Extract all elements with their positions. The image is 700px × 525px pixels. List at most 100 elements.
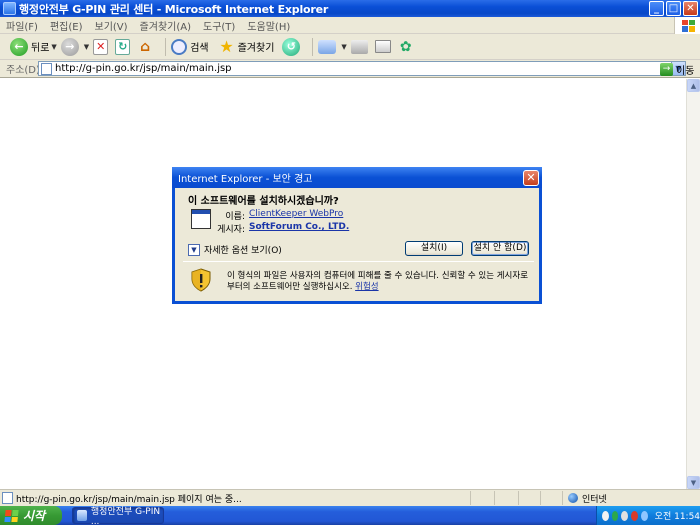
messenger-button[interactable]: ✿ xyxy=(398,36,417,58)
tray-security-icon[interactable] xyxy=(611,510,619,521)
taskbar-ie-window[interactable]: 행정안전부 G-PIN ... xyxy=(72,507,164,525)
menu-view[interactable]: 보기(V) xyxy=(95,18,128,33)
go-arrow-icon: → xyxy=(660,63,673,76)
tray-arrow-icon[interactable] xyxy=(602,510,609,521)
status-cell xyxy=(470,491,471,505)
page-loading-icon xyxy=(2,492,13,504)
search-icon xyxy=(171,38,188,55)
title-bar: 행정안전부 G-PIN 관리 센터 - Microsoft Internet E… xyxy=(0,0,700,17)
publisher-link[interactable]: SoftForum Co., LTD. xyxy=(249,222,349,235)
menu-file[interactable]: 파일(F) xyxy=(6,18,38,33)
back-label: 뒤로 xyxy=(31,43,50,54)
back-dropdown-icon[interactable]: ▼ xyxy=(51,43,56,51)
print-button[interactable] xyxy=(350,36,371,58)
history-icon: ↺ xyxy=(282,37,301,56)
more-options-toggle[interactable]: ▼ 자세한 옵션 보기(O) xyxy=(188,243,282,256)
security-zone: 인터넷 xyxy=(562,491,684,505)
minimize-button[interactable]: _ xyxy=(649,1,664,16)
ie-icon xyxy=(3,2,16,15)
task-item-label: 행정안전부 G-PIN ... xyxy=(90,507,161,525)
name-link[interactable]: ClientKeeper WebPro xyxy=(249,209,343,222)
forward-arrow-icon: → xyxy=(60,37,79,56)
window-title: 행정안전부 G-PIN 관리 센터 - Microsoft Internet E… xyxy=(19,2,329,16)
scroll-up-icon[interactable]: ▲ xyxy=(687,79,700,92)
go-label: 이동 xyxy=(676,66,695,77)
menu-tools[interactable]: 도구(T) xyxy=(203,18,235,33)
stop-button[interactable]: ✕ xyxy=(93,36,111,58)
go-button[interactable]: → 이동 xyxy=(660,62,694,77)
address-input[interactable]: http://g-pin.go.kr/jsp/main/main.jsp ▼ xyxy=(38,61,686,76)
dont-install-button[interactable]: 설치 안 함(D) xyxy=(471,241,529,256)
edit-icon xyxy=(374,40,391,53)
search-button[interactable]: 검색 xyxy=(171,36,209,58)
install-question: 이 소프트웨어를 설치하시겠습니까? xyxy=(188,196,339,207)
menu-edit[interactable]: 편집(E) xyxy=(50,18,83,33)
start-label: 시작 xyxy=(23,509,46,523)
globe-icon xyxy=(568,493,578,503)
stop-icon: ✕ xyxy=(93,38,109,55)
publisher-row: 게시자: SoftForum Co., LTD. xyxy=(185,222,349,235)
printer-icon xyxy=(350,39,368,54)
favorites-label: 즐겨찾기 xyxy=(237,43,275,54)
warning-message: 이 형식의 파일은 사용자의 컴퓨터에 피해를 줄 수 있습니다. 신뢰할 수 … xyxy=(227,271,532,293)
history-button[interactable]: ↺ xyxy=(282,36,303,58)
home-icon: ⌂ xyxy=(140,38,151,55)
address-label: 주소(D) xyxy=(6,65,40,76)
page-icon xyxy=(41,62,52,75)
toolbar-separator xyxy=(165,37,167,56)
start-button[interactable]: 시작 xyxy=(0,506,62,525)
warning-shield-icon xyxy=(191,268,211,292)
chevron-down-icon: ▼ xyxy=(188,243,200,256)
search-label: 검색 xyxy=(190,43,209,54)
messenger-icon: ✿ xyxy=(399,38,412,55)
tray-volume-icon[interactable] xyxy=(640,510,648,521)
install-button[interactable]: 설치(I) xyxy=(405,241,463,256)
maximize-button[interactable]: □ xyxy=(666,1,681,16)
system-tray: 오전 11:54 xyxy=(596,506,700,525)
security-warning-dialog: Internet Explorer - 보안 경고 ✕ 이 소프트웨어를 설치하… xyxy=(172,167,542,304)
mail-dropdown-icon[interactable]: ▼ xyxy=(341,43,346,51)
taskbar: 시작 행정안전부 G-PIN ... 오전 11:54 xyxy=(0,506,700,525)
publisher-label: 게시자: xyxy=(217,225,245,235)
star-icon: ★ xyxy=(219,37,234,56)
tray-alert-icon[interactable] xyxy=(631,510,638,521)
clock[interactable]: 오전 11:54 xyxy=(655,509,700,522)
address-url[interactable]: http://g-pin.go.kr/jsp/main/main.jsp xyxy=(55,63,232,74)
vertical-scrollbar[interactable]: ▲ ▼ xyxy=(686,79,700,489)
zone-label: 인터넷 xyxy=(582,494,607,505)
tray-network-icon[interactable] xyxy=(621,510,629,521)
toolbar: ← 뒤로 ▼ → ▼ ✕ ↻ ⌂ 검색 ★ 즐겨찾기 ↺ ▼ ✿ xyxy=(0,34,700,60)
name-row: 이름: ClientKeeper WebPro xyxy=(185,209,343,222)
name-label: 이름: xyxy=(225,212,245,222)
edit-button[interactable] xyxy=(374,36,394,58)
back-arrow-icon: ← xyxy=(10,37,28,56)
forward-button[interactable]: → ▼ xyxy=(60,36,89,58)
risk-link[interactable]: 위험성 xyxy=(355,282,378,292)
more-options-label: 자세한 옵션 보기(O) xyxy=(204,246,282,256)
forward-dropdown-icon[interactable]: ▼ xyxy=(84,43,89,51)
windows-logo-icon xyxy=(674,17,700,34)
dialog-close-button[interactable]: ✕ xyxy=(523,170,539,186)
menu-favorites[interactable]: 즐겨찾기(A) xyxy=(140,18,191,33)
dialog-title: Internet Explorer - 보안 경고 xyxy=(178,174,313,185)
favorites-button[interactable]: ★ 즐겨찾기 xyxy=(219,36,275,58)
toolbar-separator xyxy=(312,37,314,56)
menu-bar: 파일(F) 편집(E) 보기(V) 즐겨찾기(A) 도구(T) 도움말(H) xyxy=(0,17,700,34)
dialog-title-bar: Internet Explorer - 보안 경고 xyxy=(172,167,542,188)
close-window-button[interactable]: ✕ xyxy=(683,1,698,16)
address-bar: 주소(D) http://g-pin.go.kr/jsp/main/main.j… xyxy=(0,60,700,78)
back-button[interactable]: ← 뒤로 ▼ xyxy=(10,36,57,58)
menu-help[interactable]: 도움말(H) xyxy=(247,18,290,33)
status-cell xyxy=(540,491,541,505)
mail-button[interactable]: ▼ xyxy=(318,36,347,58)
status-cell xyxy=(518,491,519,505)
windows-flag-icon xyxy=(4,509,19,522)
window-controls: _ □ ✕ xyxy=(649,1,698,16)
status-cell xyxy=(494,491,495,505)
dialog-divider xyxy=(183,261,534,262)
status-text: http://g-pin.go.kr/jsp/main/main.jsp 페이지… xyxy=(16,494,242,505)
scroll-down-icon[interactable]: ▼ xyxy=(687,476,700,489)
home-button[interactable]: ⌂ xyxy=(137,36,156,58)
mail-icon xyxy=(318,39,337,54)
refresh-button[interactable]: ↻ xyxy=(115,36,133,58)
